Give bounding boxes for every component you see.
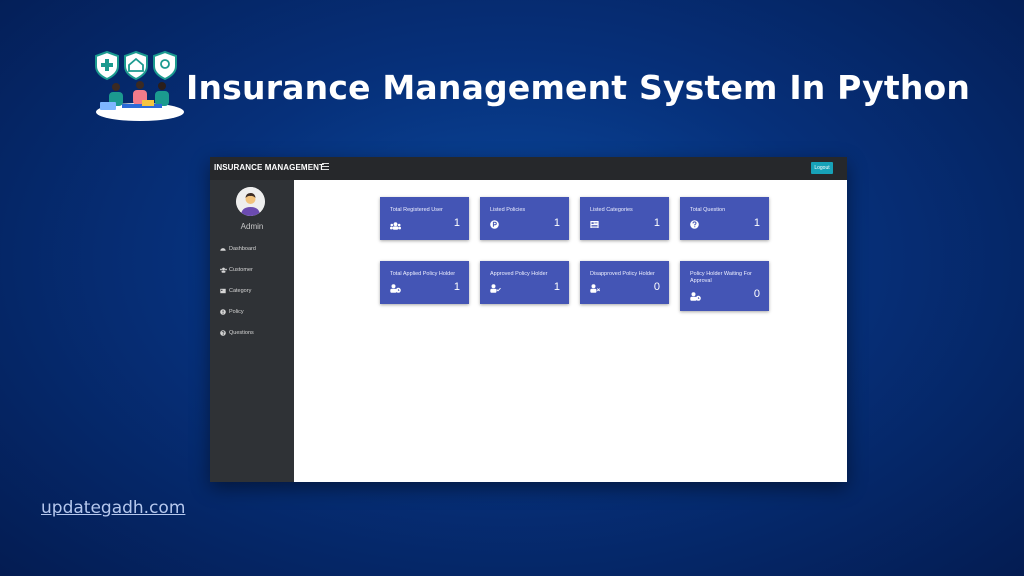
card-label: Approved Policy Holder (490, 271, 548, 277)
stat-card-listed-categories[interactable]: Listed Categories 1 (580, 197, 669, 240)
sidebar-item-customer[interactable]: Customer (220, 265, 253, 275)
users-icon (390, 217, 401, 230)
card-value: 1 (653, 217, 660, 229)
stat-card-listed-policies[interactable]: Listed Policies 1 (480, 197, 569, 240)
card-label: Total Registered User (390, 207, 443, 213)
top-navbar: INSURANCE MANAGEMENT Logout (210, 157, 847, 180)
card-value: 0 (753, 288, 760, 300)
card-value: 1 (753, 217, 760, 229)
category-icon (590, 216, 601, 228)
policy-icon (220, 309, 226, 315)
admin-name: Admin (240, 222, 264, 231)
stat-card-total-question[interactable]: Total Question 1 (680, 197, 769, 240)
stat-card-disapproved-policy-holder[interactable]: Disapproved Policy Holder 0 (580, 261, 669, 304)
card-value: 1 (553, 217, 560, 229)
card-label: Total Question (690, 207, 726, 213)
sidebar-item-dashboard[interactable]: Dashboard (220, 244, 256, 254)
site-link[interactable]: updategadh.com (41, 498, 185, 518)
banner-title: Insurance Management System In Python (186, 68, 971, 107)
card-value: 1 (453, 281, 460, 293)
card-label: Disapproved Policy Holder (590, 271, 655, 277)
sidebar-item-label: Questions (229, 330, 254, 336)
question-icon (690, 216, 701, 229)
card-label: Policy Holder Waiting For Approval (690, 271, 752, 284)
sidebar-item-label: Dashboard (229, 246, 256, 252)
user-clock-icon (390, 280, 401, 293)
sidebar: Admin Dashboard Customer Category Policy (210, 180, 294, 482)
card-value: 1 (453, 217, 460, 229)
card-label: Listed Categories (590, 207, 633, 213)
user-avatar (236, 187, 265, 216)
user-clock-icon (690, 288, 701, 301)
insurance-logo-illustration (92, 50, 188, 124)
card-label: Listed Policies (490, 207, 526, 213)
sidebar-item-category[interactable]: Category (220, 286, 251, 296)
stat-card-applied-policy-holder[interactable]: Total Applied Policy Holder 1 (380, 261, 469, 304)
user-times-icon (590, 280, 601, 293)
question-icon (220, 330, 226, 336)
card-label: Total Applied Policy Holder (390, 271, 456, 277)
brand-title: INSURANCE MANAGEMENT (214, 163, 324, 172)
category-icon (220, 288, 226, 294)
sidebar-item-label: Customer (229, 267, 253, 273)
logout-button[interactable]: Logout (811, 162, 833, 174)
app-window: INSURANCE MANAGEMENT Logout Admin Dashbo… (210, 157, 847, 482)
stat-card-registered-users[interactable]: Total Registered User 1 (380, 197, 469, 240)
sidebar-item-label: Category (229, 288, 252, 294)
dashboard-icon (220, 246, 226, 252)
users-icon (220, 267, 227, 273)
sidebar-item-label: Policy (229, 309, 244, 315)
card-value: 0 (653, 281, 660, 293)
policy-icon (490, 216, 501, 229)
sidebar-item-questions[interactable]: Questions (220, 328, 254, 338)
user-check-icon (490, 280, 501, 293)
card-value: 1 (553, 281, 560, 293)
hamburger-menu-icon[interactable] (322, 163, 329, 171)
stat-card-waiting-approval[interactable]: Policy Holder Waiting For Approval 0 (680, 261, 769, 311)
stat-card-approved-policy-holder[interactable]: Approved Policy Holder 1 (480, 261, 569, 304)
sidebar-item-policy[interactable]: Policy (220, 307, 244, 317)
